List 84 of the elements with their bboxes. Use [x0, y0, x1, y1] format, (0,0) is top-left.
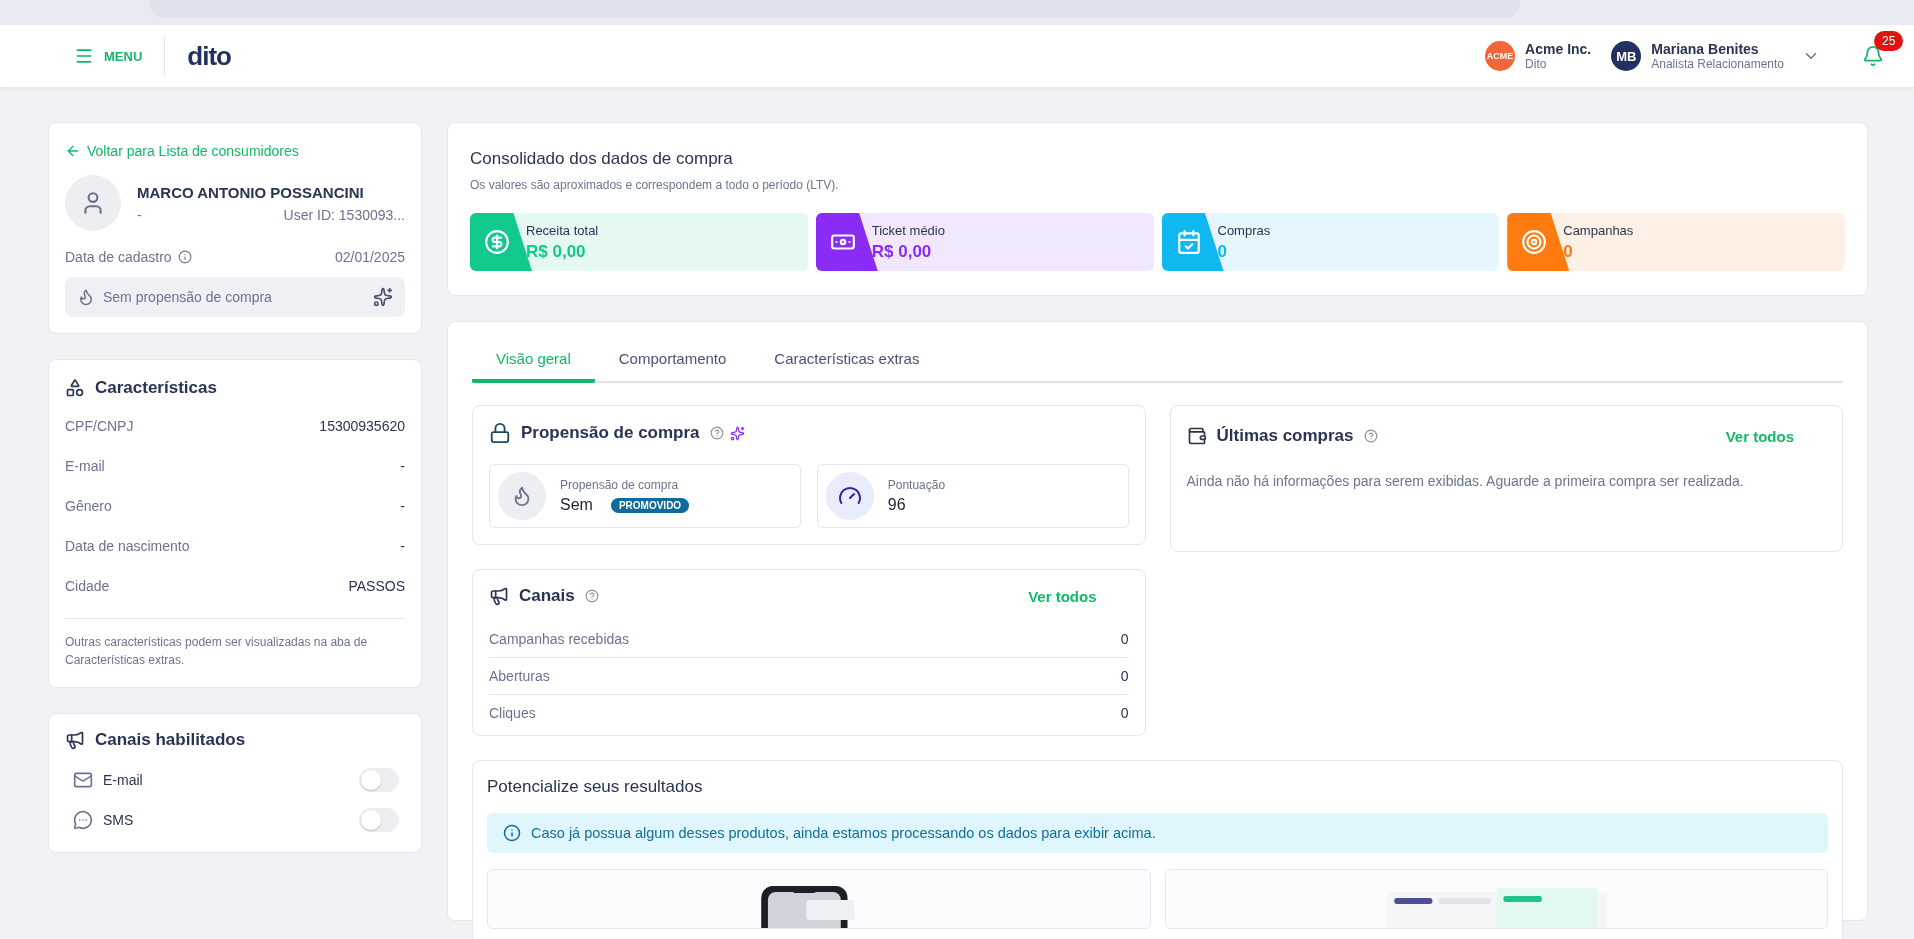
channel-metric-label: Campanhas recebidas: [489, 630, 630, 647]
sparkles-icon: [729, 425, 745, 441]
menu-icon: [74, 46, 94, 66]
channel-metric-value: 0: [1120, 630, 1129, 647]
card-title: Características: [95, 378, 217, 398]
field-value: -: [400, 538, 405, 554]
customer-subtitle: -: [137, 206, 142, 223]
stat-label: Propensão de compra: [560, 478, 680, 492]
avatar-icon: [65, 175, 121, 231]
envelope-icon: [73, 770, 93, 790]
gauge-icon: [825, 472, 874, 520]
toggle-switch[interactable]: [359, 768, 399, 792]
field-label: Cidade: [65, 578, 110, 594]
channel-metric-value: 0: [1120, 668, 1129, 684]
section-title: Potencialize seus resultados: [487, 777, 704, 797]
tab[interactable]: Características extras: [750, 340, 944, 383]
account-name: Acme Inc.: [1525, 41, 1592, 57]
help-icon: [709, 426, 724, 440]
wallet-icon: [1186, 426, 1207, 446]
user-name: Mariana Benites: [1651, 41, 1760, 57]
metric-value: 0: [1217, 242, 1228, 262]
channel-metric-label: Cliques: [489, 705, 536, 721]
menu-button[interactable]: MENU: [74, 46, 143, 66]
metric-value: R$ 0,00: [871, 242, 933, 262]
help-icon: [584, 589, 599, 603]
channel-label: E-mail: [103, 772, 143, 788]
user-role: Analista Relacionamento: [1651, 57, 1784, 71]
tab[interactable]: Comportamento: [594, 340, 751, 383]
channel-metric-label: Aberturas: [489, 668, 550, 684]
metric-label: Ticket médio: [871, 223, 945, 238]
notification-badge: 25: [1874, 31, 1904, 51]
user-avatar: MB: [1611, 41, 1642, 71]
metric-value: R$ 0,00: [526, 242, 587, 262]
channel-label: SMS: [103, 812, 134, 828]
propensity-text: Sem propensão de compra: [103, 289, 273, 305]
field-label: Gênero: [65, 498, 112, 514]
metric-label: Compras: [1217, 223, 1271, 238]
card-title: Últimas compras: [1216, 426, 1354, 446]
channel-metric-value: 0: [1120, 705, 1129, 721]
stat-value: Sem: [560, 496, 593, 514]
card-title: Canais habilitados: [95, 730, 246, 750]
chat-bubble-icon: [73, 810, 93, 830]
field-value: PASSOS: [348, 578, 405, 594]
megaphone-icon: [489, 586, 509, 606]
field-value: -: [400, 458, 405, 474]
see-all-link[interactable]: Ver todos: [1725, 427, 1794, 445]
help-icon: [1363, 429, 1378, 443]
field-value: 15300935620: [319, 418, 405, 434]
empty-message: Ainda não há informações para serem exibidas. Aguarde a primeira compra ser realizada.: [1186, 473, 1744, 489]
tab[interactable]: Visão geral: [472, 340, 595, 383]
bell-icon[interactable]: [1862, 45, 1884, 67]
field-label: CPF/CNPJ: [65, 418, 134, 434]
field-label: Data de nascimento: [65, 538, 190, 554]
megaphone-icon: [65, 730, 85, 750]
field-value: -: [400, 498, 405, 514]
stat-value: 96: [887, 496, 906, 514]
stat-label: Pontuação: [887, 478, 946, 492]
shapes-icon: [65, 378, 85, 398]
status-tag: PROMOVIDO: [610, 497, 690, 513]
user-id: User ID: 1530093...: [283, 206, 405, 223]
metric-value: 0: [1563, 242, 1574, 262]
flame-icon: [498, 472, 546, 520]
info-banner: Caso já possua algum desses produtos, ainda estamos processando os dados para exibir acima.: [487, 813, 1828, 853]
back-link[interactable]: Voltar para Lista de consumidores: [65, 143, 405, 159]
metric-label: Receita total: [526, 223, 599, 238]
signup-label: Data de cadastro: [65, 249, 172, 265]
arrow-left-icon: [65, 143, 81, 159]
field-label: E-mail: [65, 458, 105, 474]
card-title: Canais: [519, 586, 575, 606]
section-title: Consolidado dos dados de compra: [470, 149, 734, 169]
flame-icon: [77, 288, 95, 306]
info-icon: [177, 250, 192, 264]
account-logo: ACME: [1485, 41, 1516, 71]
customer-name: MARCO ANTONIO POSSANCINI: [137, 183, 365, 201]
account-subtitle: Dito: [1525, 57, 1548, 71]
note-text: Outras características podem ser visualizadas na aba de Características extras.: [65, 618, 405, 669]
metric-label: Campanhas: [1563, 223, 1634, 238]
logo: dito: [187, 40, 231, 72]
see-all-link[interactable]: Ver todos: [1028, 587, 1097, 605]
signup-date: 02/01/2025: [334, 249, 405, 265]
card-title: Propensão de compra: [521, 423, 700, 443]
section-subtitle: Os valores são aproximados e correspondem a todo o período (LTV).: [470, 178, 839, 192]
toggle-switch[interactable]: [359, 808, 399, 832]
sparkles-icon[interactable]: [373, 287, 393, 307]
